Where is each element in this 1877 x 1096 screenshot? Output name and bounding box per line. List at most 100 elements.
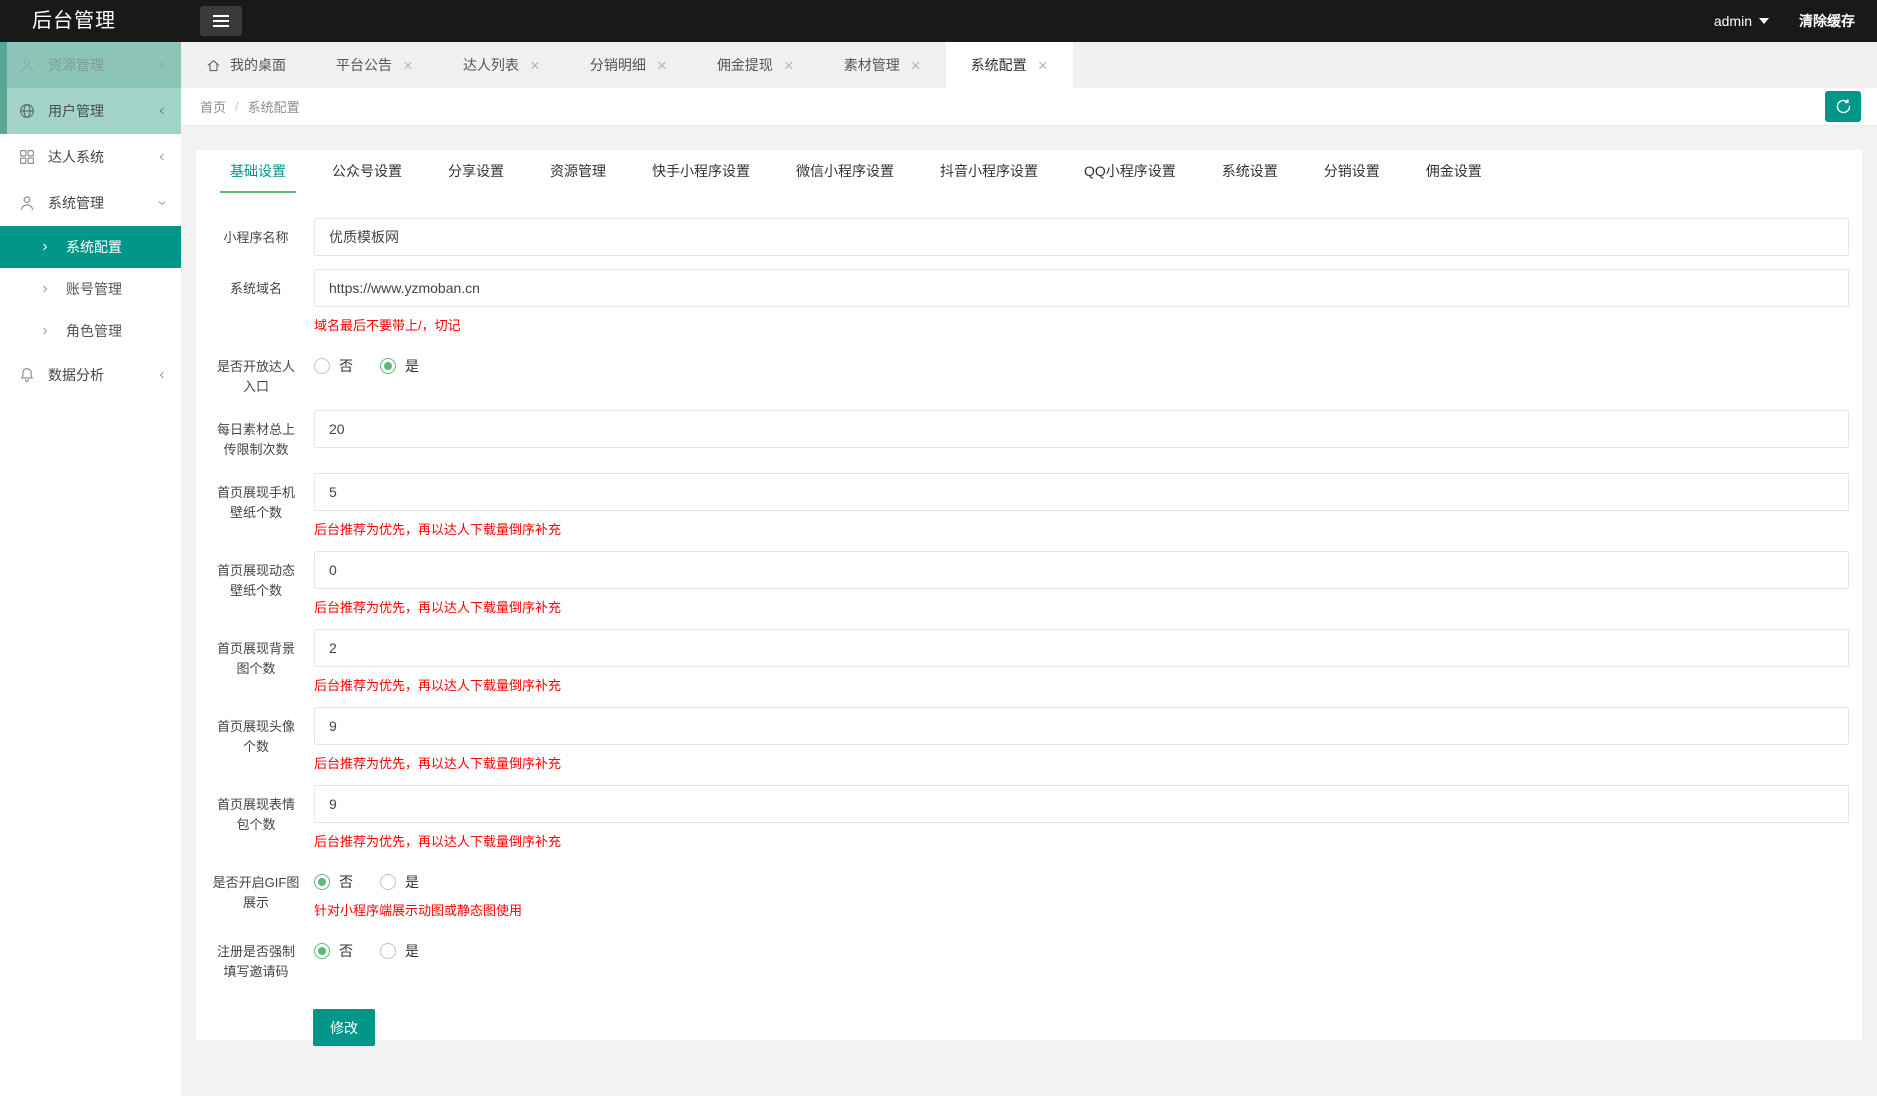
main-content: 基础设置 公众号设置 分享设置 资源管理 快手小程序设置 微信小程序设置 抖音小程序设置 QQ…: [181, 126, 1877, 1096]
settings-tab-3[interactable]: 资源管理: [527, 150, 629, 193]
workspace-tab-fenxiaomingxi[interactable]: 分销明细 ×: [565, 42, 692, 88]
sidebar-item-label: 用户管理: [48, 103, 104, 119]
tab-label: 分销明细: [589, 57, 646, 73]
form-row-8: 首页展现表情包个数后台推荐为优先，再以达人下载量倒序补充: [196, 785, 1862, 850]
workspace-tab-yongjintixian[interactable]: 佣金提现 ×: [692, 42, 819, 88]
sidebar-item-label: 系统管理: [48, 195, 104, 211]
settings-panel: 基础设置 公众号设置 分享设置 资源管理 快手小程序设置 微信小程序设置 抖音小程序设置 QQ…: [196, 150, 1862, 1046]
refresh-button[interactable]: [1825, 91, 1861, 122]
tab-label: 我的桌面: [230, 57, 286, 73]
form-row-3: 每日素材总上传限制次数: [196, 410, 1862, 460]
tab-label: 佣金提现: [716, 57, 773, 73]
field-input-6[interactable]: [314, 629, 1849, 667]
workspace-tab-wodezhuomian[interactable]: 我的桌面: [181, 42, 311, 88]
submit-row: 修改: [196, 1009, 1862, 1046]
sidebar-subitem-juese-guanli[interactable]: 角色管理: [0, 310, 181, 352]
sidebar-item-yonghu-guanli[interactable]: 用户管理: [0, 88, 181, 134]
sidebar-subitem-zhanghao-guanli[interactable]: 账号管理: [0, 268, 181, 310]
sidebar: 资源管理用户管理达人系统系统管理系统配置 账号管理角色管理数据分析: [0, 42, 181, 1096]
field-hint: 后台推荐为优先，再以达人下载量倒序补充: [314, 678, 562, 693]
radio-icon[interactable]: [380, 358, 396, 374]
sidebar-item-ziyuan-guanli[interactable]: 资源管理: [0, 42, 181, 88]
sidebar-item-daren-xitong[interactable]: 达人系统: [0, 134, 181, 180]
workspace-tab-xitongpeizhi[interactable]: 系统配置 ×: [945, 42, 1073, 88]
close-tab-icon[interactable]: ×: [784, 57, 794, 74]
settings-tab-0[interactable]: 基础设置: [207, 150, 309, 193]
field-input-3[interactable]: [314, 410, 1849, 448]
breadcrumb-home-link[interactable]: 首页: [200, 97, 226, 116]
chevron-right-icon: [39, 283, 51, 295]
radio-label: 否: [339, 874, 353, 890]
radio-option[interactable]: 否: [314, 941, 353, 961]
field-hint: 后台推荐为优先，再以达人下载量倒序补充: [314, 600, 562, 615]
form-row-1: 系统域名域名最后不要带上/，切记: [196, 269, 1862, 334]
workspace-tabbar: 我的桌面 平台公告 × 达人列表 × 分销明细 × 佣金提现 × 素材管理 × 系统配置 ×: [181, 42, 1877, 88]
close-tab-icon[interactable]: ×: [657, 57, 667, 74]
field-hint: 域名最后不要带上/，切记: [314, 318, 461, 333]
radio-icon[interactable]: [314, 943, 330, 959]
field-hint: 后台推荐为优先，再以达人下载量倒序补充: [314, 522, 562, 537]
field-input-8[interactable]: [314, 785, 1849, 823]
workspace-tab-darenliebiao[interactable]: 达人列表 ×: [438, 42, 565, 88]
radio-icon[interactable]: [314, 874, 330, 890]
field-label: 是否开启GIF图展示: [212, 875, 300, 910]
settings-tab-8[interactable]: 系统设置: [1199, 150, 1301, 193]
chevron-left-icon: [156, 105, 168, 117]
settings-tab-6[interactable]: 抖音小程序设置: [917, 150, 1061, 193]
settings-tab-1[interactable]: 公众号设置: [309, 150, 425, 193]
radio-option[interactable]: 是: [380, 356, 419, 376]
refresh-icon: [1835, 98, 1852, 115]
close-tab-icon[interactable]: ×: [911, 57, 921, 74]
sidebar-subitem-label: 角色管理: [66, 323, 122, 339]
radio-option[interactable]: 否: [314, 356, 353, 376]
top-header: 后台管理 admin 清除缓存: [0, 0, 1877, 42]
field-input-4[interactable]: [314, 473, 1849, 511]
hamburger-icon[interactable]: [200, 6, 242, 36]
field-input-7[interactable]: [314, 707, 1849, 745]
workspace-tab-pingtaigonggao[interactable]: 平台公告 ×: [311, 42, 438, 88]
tab-label: 素材管理: [843, 57, 900, 73]
breadcrumb-separator: /: [235, 99, 239, 114]
close-tab-icon[interactable]: ×: [403, 57, 413, 74]
sidebar-subitem-xitong-peizhi[interactable]: 系统配置: [0, 226, 181, 268]
settings-tab-2[interactable]: 分享设置: [425, 150, 527, 193]
settings-tab-4[interactable]: 快手小程序设置: [629, 150, 773, 193]
settings-tab-5[interactable]: 微信小程序设置: [773, 150, 917, 193]
field-label: 首页展现动态壁纸个数: [216, 563, 295, 598]
chevron-right-icon: [39, 241, 51, 253]
radio-icon[interactable]: [380, 943, 396, 959]
field-hint: 后台推荐为优先，再以达人下载量倒序补充: [314, 834, 562, 849]
sidebar-item-xitong-guanli[interactable]: 系统管理: [0, 180, 181, 226]
settings-tab-10[interactable]: 佣金设置: [1403, 150, 1505, 193]
save-button[interactable]: 修改: [313, 1009, 375, 1046]
workspace-tab-sucaiguanli[interactable]: 素材管理 ×: [819, 42, 946, 88]
form-row-6: 首页展现背景图个数后台推荐为优先，再以达人下载量倒序补充: [196, 629, 1862, 694]
radio-option[interactable]: 否: [314, 872, 353, 892]
radio-icon[interactable]: [314, 358, 330, 374]
field-input-1[interactable]: [314, 269, 1849, 307]
field-input-5[interactable]: [314, 551, 1849, 589]
field-label: 注册是否强制填写邀请码: [216, 944, 295, 979]
field-label: 每日素材总上传限制次数: [216, 422, 295, 457]
field-body: 否是针对小程序端展示动图或静态图使用: [314, 863, 1862, 919]
settings-tab-9[interactable]: 分销设置: [1301, 150, 1403, 193]
user-menu[interactable]: admin: [1714, 13, 1769, 29]
close-tab-icon[interactable]: ×: [1038, 57, 1048, 74]
settings-tab-7[interactable]: QQ小程序设置: [1061, 150, 1199, 193]
clear-cache-button[interactable]: 清除缓存: [1799, 11, 1855, 31]
sidebar-accent-strip: [0, 42, 7, 134]
radio-group: 否是: [314, 932, 1849, 961]
sidebar-item-shuju-fenxi[interactable]: 数据分析: [0, 352, 181, 398]
settings-tabs: 基础设置 公众号设置 分享设置 资源管理 快手小程序设置 微信小程序设置 抖音小程序设置 QQ…: [196, 150, 1862, 193]
field-body: 否是: [314, 932, 1862, 982]
field-label: 系统域名: [229, 281, 282, 296]
sidebar-item-label: 资源管理: [48, 57, 104, 73]
field-input-0[interactable]: [314, 218, 1849, 256]
field-label: 是否开放达人入口: [216, 359, 295, 394]
tab-label: 平台公告: [336, 57, 392, 73]
radio-option[interactable]: 是: [380, 941, 419, 961]
close-tab-icon[interactable]: ×: [530, 57, 540, 74]
radio-icon[interactable]: [380, 874, 396, 890]
radio-option[interactable]: 是: [380, 872, 419, 892]
sidebar-item-label: 数据分析: [48, 367, 104, 383]
